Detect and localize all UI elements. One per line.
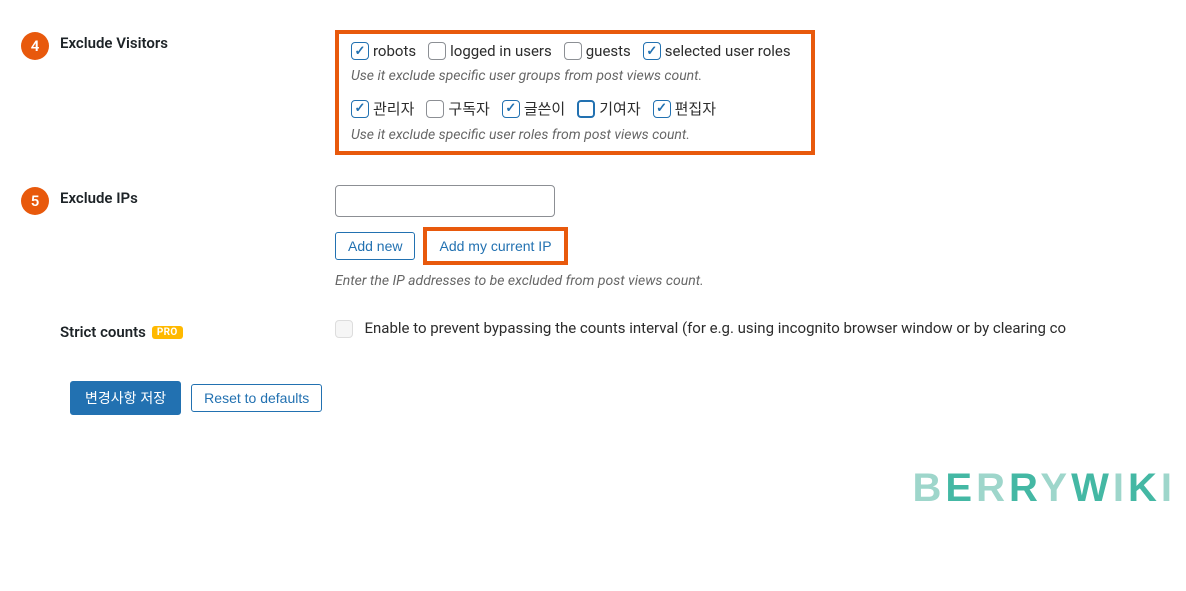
visitor-groups-desc: Use it exclude specific user groups from… <box>351 68 799 84</box>
checkbox-role-subscriber[interactable] <box>426 100 444 118</box>
checkbox-selected-roles[interactable] <box>643 42 661 60</box>
annotation-badge-4: 4 <box>21 32 49 60</box>
checkbox-role-editor-label[interactable]: 편집자 <box>675 98 716 119</box>
visitor-roles: 관리자 구독자 글쓴이 기여자 편집자 <box>351 98 799 119</box>
checkbox-guests-wrap: guests <box>564 42 637 60</box>
label-exclude-visitors: Exclude Visitors <box>60 30 335 52</box>
checkbox-role-contributor-label[interactable]: 기여자 <box>599 98 640 119</box>
checkbox-logged-in-label[interactable]: logged in users <box>450 42 552 60</box>
content-exclude-ips: Add new Add my current IP Enter the IP a… <box>335 185 1186 289</box>
checkbox-logged-in-wrap: logged in users <box>428 42 558 60</box>
content-exclude-visitors: robots logged in users guests selected u… <box>335 30 1186 155</box>
visitor-roles-desc: Use it exclude specific user roles from … <box>351 127 799 143</box>
checkbox-selected-roles-wrap: selected user roles <box>643 42 797 60</box>
exclude-ip-input[interactable] <box>335 185 555 217</box>
row-exclude-ips: 5 Exclude IPs Add new Add my current IP … <box>10 185 1186 289</box>
badge-col-5: 5 <box>10 185 60 215</box>
checkbox-role-editor-wrap: 편집자 <box>653 98 722 119</box>
highlight-box-add-current-ip: Add my current IP <box>423 227 567 265</box>
label-strict-counts: Strict counts PRO <box>60 319 335 341</box>
label-strict-counts-text: Strict counts <box>60 323 146 341</box>
badge-col-empty <box>10 319 60 321</box>
checkbox-role-author-label[interactable]: 글쓴이 <box>524 98 565 119</box>
ip-button-row: Add new Add my current IP <box>335 227 1186 265</box>
exclude-ips-desc: Enter the IP addresses to be excluded fr… <box>335 273 1186 289</box>
checkbox-robots-wrap: robots <box>351 42 422 60</box>
checkbox-strict-counts <box>335 320 353 338</box>
badge-col: 4 <box>10 30 60 60</box>
reset-defaults-button[interactable]: Reset to defaults <box>191 384 322 412</box>
checkbox-role-subscriber-label[interactable]: 구독자 <box>448 98 489 119</box>
watermark-logo: BERRYWIKI <box>913 466 1176 511</box>
annotation-badge-5: 5 <box>21 187 49 215</box>
checkbox-role-admin-label[interactable]: 관리자 <box>373 98 414 119</box>
checkbox-selected-roles-label[interactable]: selected user roles <box>665 42 791 60</box>
add-current-ip-button[interactable]: Add my current IP <box>429 233 561 259</box>
checkbox-role-subscriber-wrap: 구독자 <box>426 98 495 119</box>
checkbox-role-author[interactable] <box>502 100 520 118</box>
row-exclude-visitors: 4 Exclude Visitors robots logged in user… <box>10 30 1186 155</box>
strict-counts-text: Enable to prevent bypassing the counts i… <box>364 319 1066 337</box>
checkbox-role-admin[interactable] <box>351 100 369 118</box>
checkbox-role-author-wrap: 글쓴이 <box>502 98 571 119</box>
checkbox-role-contributor-wrap: 기여자 <box>577 98 646 119</box>
row-strict-counts: Strict counts PRO Enable to prevent bypa… <box>10 319 1186 341</box>
checkbox-guests-label[interactable]: guests <box>586 42 631 60</box>
highlight-box-visitors: robots logged in users guests selected u… <box>335 30 815 155</box>
checkbox-logged-in[interactable] <box>428 42 446 60</box>
add-new-ip-button[interactable]: Add new <box>335 232 415 260</box>
label-exclude-ips: Exclude IPs <box>60 185 335 207</box>
pro-badge: PRO <box>152 326 183 339</box>
visitor-groups: robots logged in users guests selected u… <box>351 42 799 60</box>
save-changes-button[interactable]: 변경사항 저장 <box>70 381 181 415</box>
content-strict-counts: Enable to prevent bypassing the counts i… <box>335 319 1186 338</box>
footer-buttons: 변경사항 저장 Reset to defaults <box>10 381 1186 415</box>
checkbox-role-admin-wrap: 관리자 <box>351 98 420 119</box>
checkbox-role-editor[interactable] <box>653 100 671 118</box>
checkbox-robots-label[interactable]: robots <box>373 42 416 60</box>
checkbox-role-contributor[interactable] <box>577 100 595 118</box>
checkbox-robots[interactable] <box>351 42 369 60</box>
checkbox-guests[interactable] <box>564 42 582 60</box>
